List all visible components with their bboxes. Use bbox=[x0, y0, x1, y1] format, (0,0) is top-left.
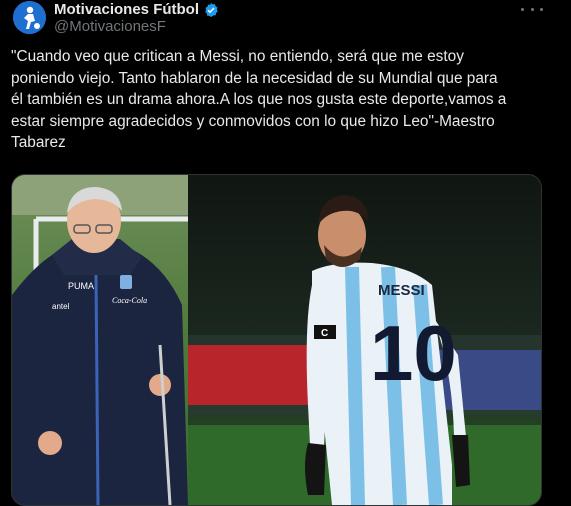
jacket-brand-text: PUMA bbox=[68, 281, 94, 291]
author-display-name[interactable]: Motivaciones Fútbol bbox=[54, 1, 199, 18]
more-options-button[interactable] bbox=[521, 3, 543, 15]
tweet-media[interactable]: PUMA antel Coca-Cola C MESSI 10 bbox=[11, 174, 542, 506]
shirt-number-text: 10 bbox=[370, 309, 457, 397]
account-avatar[interactable] bbox=[13, 1, 46, 34]
shirt-name-text: MESSI bbox=[378, 282, 425, 299]
sponsor-antel-text: antel bbox=[52, 302, 70, 311]
coach-photo: PUMA antel Coca-Cola bbox=[12, 175, 188, 505]
author-handle[interactable]: @MotivacionesF bbox=[54, 18, 166, 35]
captain-armband-text: C bbox=[321, 328, 328, 339]
author-name-row: Motivaciones Fútbol bbox=[54, 0, 219, 19]
sponsor-cocacola-text: Coca-Cola bbox=[112, 296, 147, 305]
verified-badge-icon bbox=[205, 2, 218, 17]
tweet-text: "Cuando veo que critican a Messi, no ent… bbox=[11, 48, 507, 152]
media-collage: PUMA antel Coca-Cola C MESSI 10 bbox=[12, 175, 541, 505]
messi-photo: C MESSI 10 bbox=[188, 175, 541, 505]
soccer-player-logo-icon bbox=[13, 1, 46, 34]
more-dots-icon bbox=[521, 7, 524, 11]
